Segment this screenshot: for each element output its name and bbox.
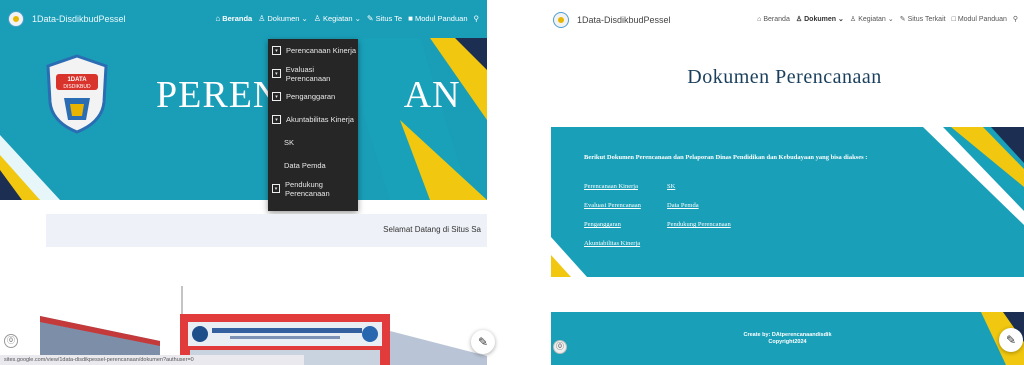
dokumen-dropdown-menu: ▾ Perencanaan Kinerja ▾ Evaluasi Perencana… (268, 39, 358, 211)
expand-icon[interactable]: ▾ (272, 115, 281, 124)
activity-icon: ♙ (313, 14, 321, 23)
chevron-down-icon: ⌄ (301, 14, 308, 23)
dropdown-item-pendukung-perencanaan[interactable]: ▾ Pendukung Perencanaan (268, 177, 358, 200)
nav-menu-right: ⌂ Beranda ♙ Dokumen ⌄ ♙ Kegiatan ⌄ ✎ Situs Ter… (757, 15, 1018, 24)
expand-icon[interactable]: ▾ (272, 69, 281, 78)
left-screenshot: 1Data-DisdikbudPessel ⌂ Beranda ♙ Dokumen ⌄… (0, 0, 512, 365)
nav-beranda[interactable]: ⌂ Beranda (215, 14, 252, 23)
nav-dokumen-right[interactable]: ♙ Dokumen ⌄ (795, 15, 844, 24)
dropdown-item-akuntabilitas-kinerja[interactable]: ▾ Akuntabilitas Kinerja (268, 108, 358, 131)
hero-banner: 1Data-DisdikbudPessel ⌂ Beranda ♙ Dokumen ⌄… (0, 0, 487, 200)
site-title[interactable]: 1Data-DisdikbudPessel (32, 14, 126, 24)
home-icon: ⌂ (215, 14, 221, 23)
link-perencanaan-kinerja[interactable]: Perencanaan Kinerja (584, 183, 641, 202)
document-icon: ♙ (795, 16, 803, 23)
expand-icon[interactable]: ▾ (272, 46, 281, 55)
dropdown-item-perencanaan-kinerja[interactable]: ▾ Perencanaan Kinerja (268, 39, 358, 62)
expand-icon[interactable]: ▾ (272, 92, 281, 101)
dropdown-item-penganggaran[interactable]: ▾ Penganggaran (268, 85, 358, 108)
welcome-text: Selamat Datang di Situs Sa (383, 225, 481, 234)
pencil-icon: ✎ (477, 335, 489, 349)
links-column-2: SK Data Pemda Pendukung Perencanaan (667, 183, 731, 240)
nav-situs-right[interactable]: ✎ Situs Terkait (899, 15, 946, 24)
nav-kegiatan[interactable]: ♙ Kegiatan ⌄ (314, 14, 361, 23)
expand-icon[interactable]: ▾ (272, 184, 281, 193)
link-sk[interactable]: SK (667, 183, 731, 202)
building-photo (40, 286, 487, 365)
activity-icon: ♙ (849, 16, 857, 23)
link-data-pemda[interactable]: Data Pemda (667, 202, 731, 221)
dropdown-item-data-pemda[interactable]: Data Pemda (268, 154, 358, 177)
link-penganggaran[interactable]: Penganggaran (584, 221, 641, 240)
intro-text: Berikut Dokumen Perencanaan dan Pelapora… (584, 154, 868, 161)
nav-modul-right[interactable]: □ Modul Panduan (952, 16, 1007, 23)
settings-icon[interactable]: ⓪ (553, 340, 567, 354)
site-logo-icon[interactable] (553, 12, 569, 28)
nav-situs[interactable]: ✎ Situs Te (367, 14, 402, 23)
chevron-down-icon: ⌄ (887, 16, 894, 23)
settings-icon[interactable]: ⓪ (4, 334, 18, 348)
status-url-bar: sites.google.com/view/1data-disdikpessel… (0, 355, 304, 365)
dokumen-section: Berikut Dokumen Perencanaan dan Pelapora… (551, 127, 1024, 277)
page-title: Dokumen Perencanaan (687, 66, 882, 88)
right-screenshot: 1Data-DisdikbudPessel ⌂ Beranda ♙ Dokumen ⌄… (545, 0, 1024, 365)
site-title-right[interactable]: 1Data-DisdikbudPessel (577, 15, 671, 25)
divider (512, 0, 545, 365)
link-akuntabilitas-kinerja[interactable]: Akuntabilitas Kinerja (584, 240, 641, 259)
footer: Create by: DAtperencanaandisdik Copyrigh… (551, 312, 1024, 365)
link-pendukung-perencanaan[interactable]: Pendukung Perencanaan (667, 221, 731, 240)
dropdown-item-evaluasi-perencanaan[interactable]: ▾ Evaluasi Perencanaan (268, 62, 358, 85)
edit-fab-button[interactable]: ✎ (471, 330, 495, 354)
search-icon[interactable]: ⚲ (1013, 15, 1018, 23)
welcome-banner: Selamat Datang di Situs Sa (46, 214, 487, 247)
site-logo-icon[interactable] (8, 11, 24, 27)
nav-kegiatan-right[interactable]: ♙ Kegiatan ⌄ (849, 15, 894, 24)
chevron-down-icon: ⌄ (838, 16, 844, 23)
link-evaluasi-perencanaan[interactable]: Evaluasi Perencanaan (584, 202, 641, 221)
building-illustration (40, 286, 487, 365)
home-icon: ⌂ (757, 15, 762, 23)
pencil-icon: ✎ (1005, 333, 1017, 347)
nav-modul[interactable]: ■ Modul Panduan (408, 14, 467, 23)
edit-fab-button[interactable]: ✎ (999, 328, 1023, 352)
links-column-1: Perencanaan Kinerja Evaluasi Perencanaan… (584, 183, 641, 259)
nav-beranda-right[interactable]: ⌂ Beranda (757, 16, 790, 23)
search-icon[interactable]: ⚲ (474, 14, 480, 23)
nav-menu: ⌂ Beranda ♙ Dokumen ⌄ ♙ Kegiatan ⌄ ✎ Situs Te … (215, 14, 479, 23)
emblem-logo: 1DATA DISDIKBUD (46, 54, 108, 134)
chevron-down-icon: ⌄ (354, 14, 361, 23)
document-icon: ♙ (258, 14, 266, 23)
svg-text:DISDIKBUD: DISDIKBUD (63, 84, 91, 90)
book-icon: ■ (408, 14, 413, 23)
svg-text:1DATA: 1DATA (67, 77, 87, 83)
footer-text: Create by: DAtperencanaandisdik Copyrigh… (743, 332, 832, 345)
book-icon: □ (951, 15, 956, 23)
nav-dokumen[interactable]: ♙ Dokumen ⌄ (258, 14, 308, 23)
link-icon: ✎ (366, 14, 374, 23)
dropdown-item-sk[interactable]: SK (268, 131, 358, 154)
link-icon: ✎ (899, 16, 906, 23)
